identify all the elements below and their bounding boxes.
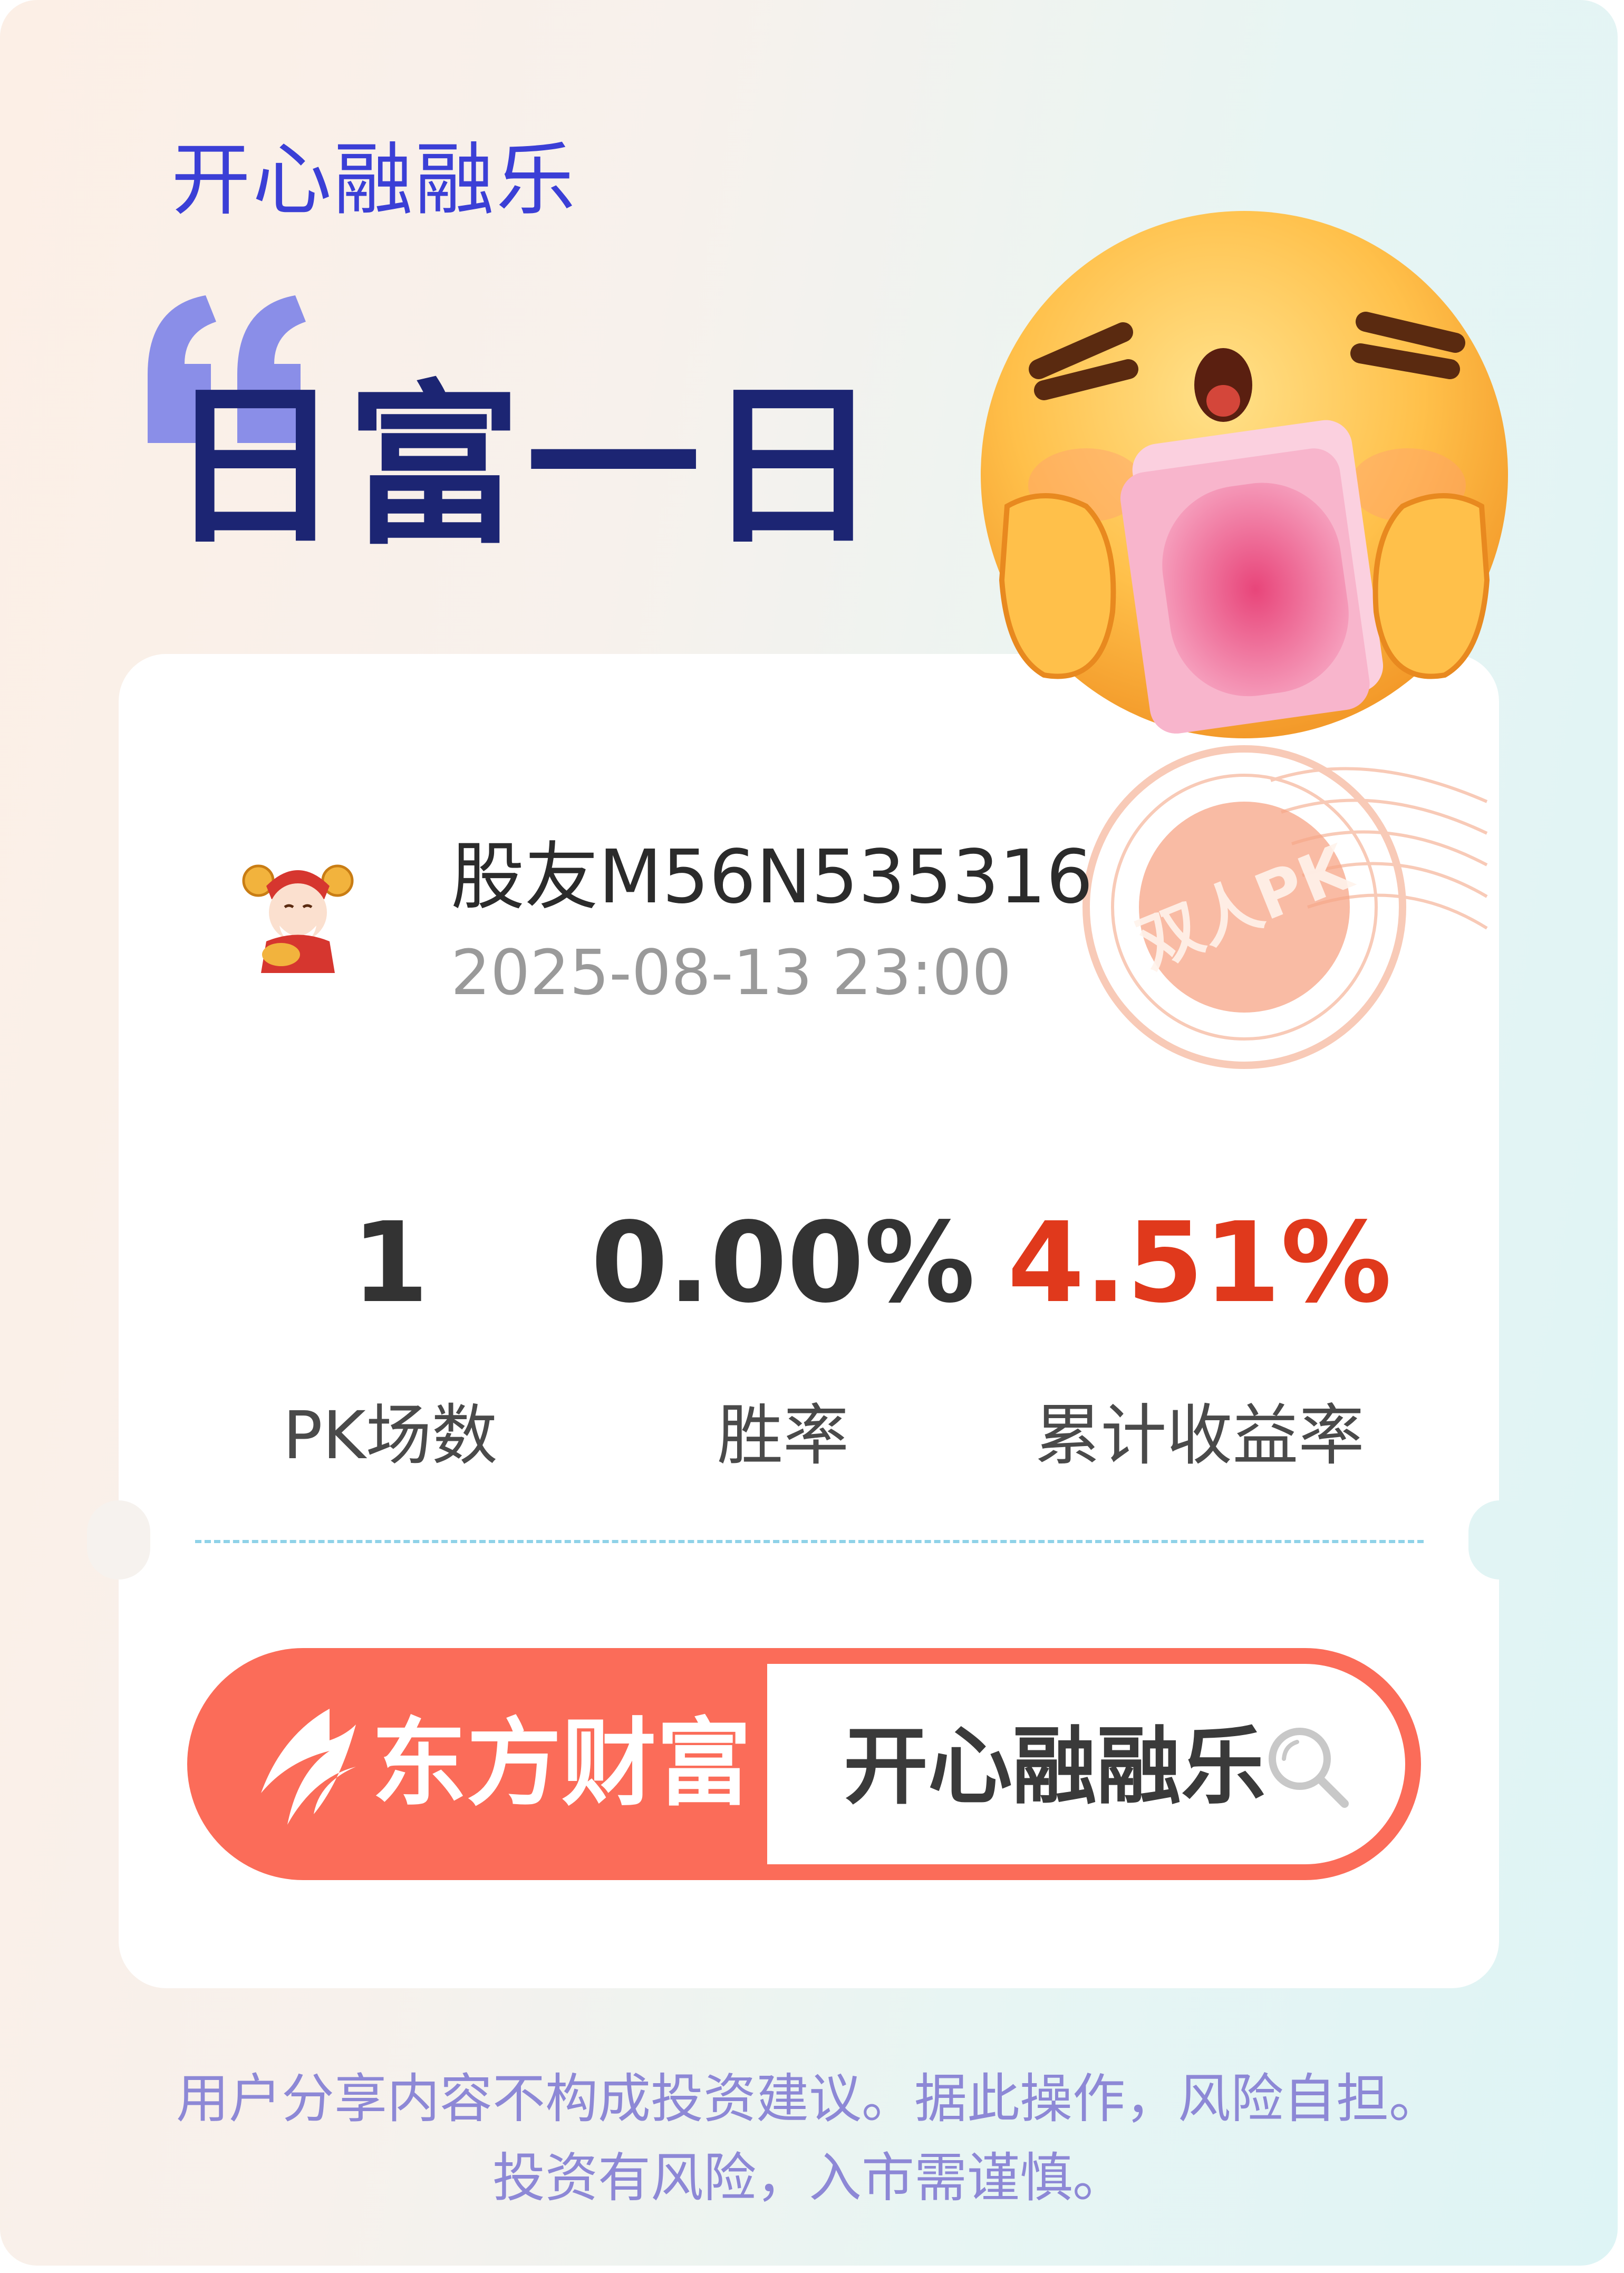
user-avatar	[242, 864, 354, 973]
stat-value: 0.00%	[591, 1198, 975, 1327]
stat-cumulative-return: 4.51% 累计收益率	[989, 1208, 1410, 1477]
stat-label: 累计收益率	[1035, 1398, 1365, 1474]
headline: 日富一日	[168, 365, 885, 568]
share-poster: 开心融融乐 日富一日 双人PK 股友M56N535316 2025-08-13 …	[0, 0, 1618, 2266]
stat-pk-count: 1 PK场数	[179, 1208, 601, 1477]
username: 股友M56N535316	[451, 834, 1094, 920]
stat-label: 胜率	[717, 1398, 849, 1474]
dashed-divider	[195, 1540, 1424, 1543]
search-icon[interactable]	[1263, 1722, 1352, 1812]
search-brand-label: 东方财富	[372, 1709, 752, 1819]
stat-win-rate: 0.00% 胜率	[572, 1208, 994, 1477]
ticket-notch-right	[1468, 1500, 1532, 1579]
search-brand-panel: 东方财富	[187, 1648, 767, 1880]
brand-title: 开心融融乐	[171, 134, 578, 226]
stat-value: 1	[351, 1198, 429, 1327]
stat-value: 4.51%	[1007, 1198, 1392, 1327]
disclaimer-line-1: 用户分享内容不构成投资建议。据此操作，风险自担。	[176, 2068, 1442, 2130]
risk-disclaimer: 用户分享内容不构成投资建议。据此操作，风险自担。 投资有风险，入市需谨慎。	[0, 2059, 1618, 2218]
disclaimer-line-2: 投资有风险，入市需谨慎。	[492, 2147, 1125, 2209]
eastmoney-logo-icon	[261, 1709, 356, 1825]
duo-pk-stamp: 双人PK	[1082, 745, 1488, 1069]
search-query-text: 开心融融乐	[844, 1717, 1266, 1816]
search-bar[interactable]: 东方财富 开心融融乐	[187, 1648, 1421, 1880]
stat-label: PK场数	[283, 1398, 498, 1474]
ticket-notch-left	[87, 1500, 150, 1579]
post-datetime: 2025-08-13 23:00	[451, 936, 1012, 1009]
